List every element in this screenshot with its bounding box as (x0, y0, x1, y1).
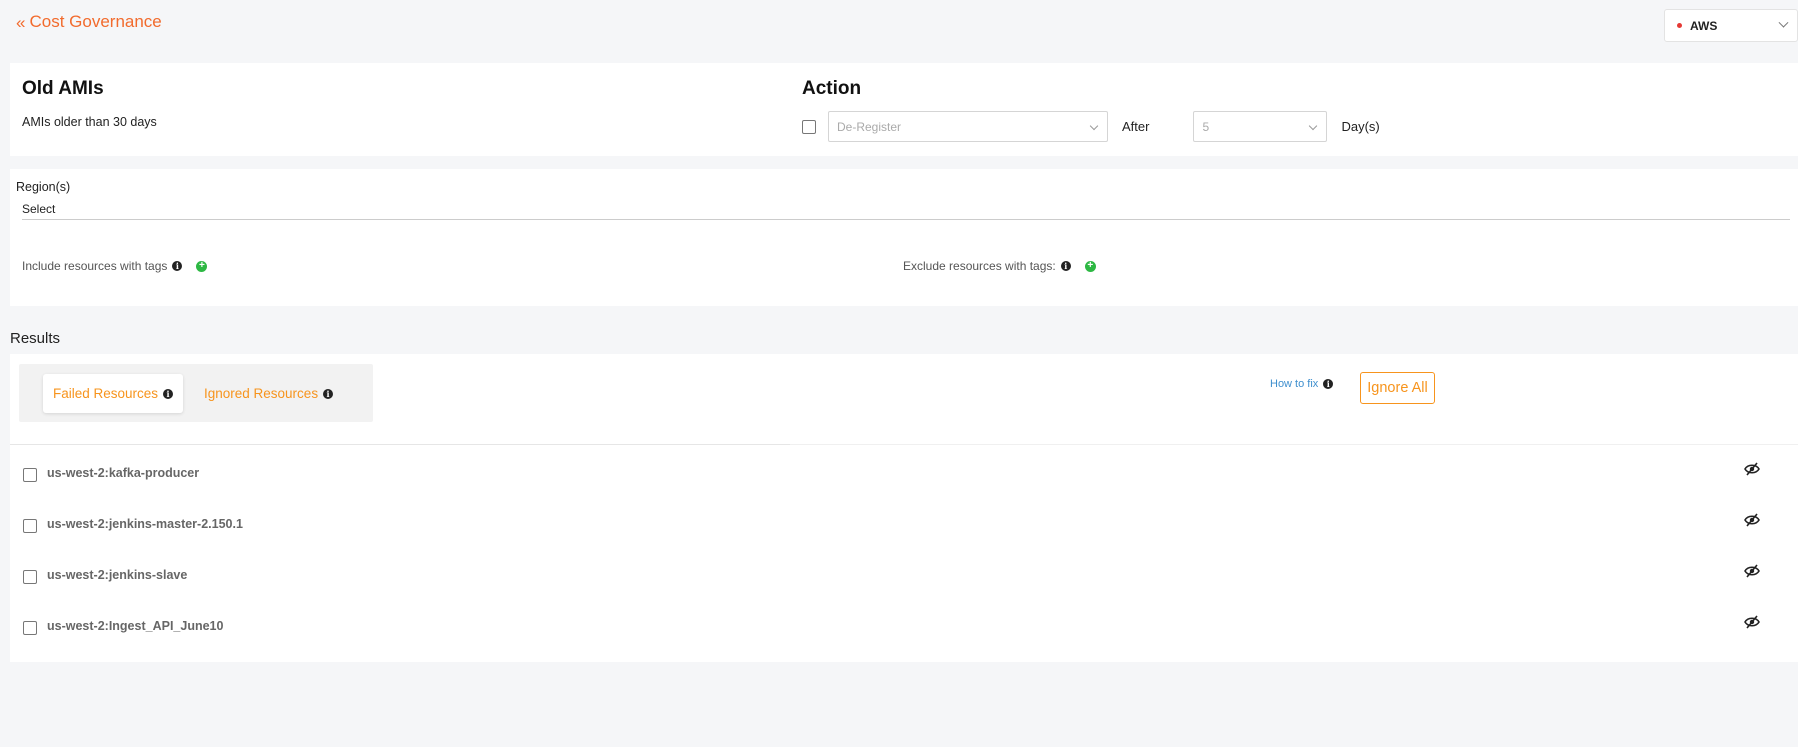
tab-ignored-resources[interactable]: Ignored Resources i (194, 374, 343, 413)
add-exclude-tag-icon[interactable]: + (1084, 260, 1096, 272)
how-to-fix-link[interactable]: How to fix i (1270, 378, 1334, 390)
info-icon[interactable]: i (172, 261, 183, 271)
info-icon: i (1323, 379, 1334, 389)
eye-slash-icon[interactable] (1744, 513, 1760, 527)
divider (10, 444, 790, 445)
filter-card: Region(s) Select Include resources with … (10, 169, 1798, 306)
results-title: Results (10, 330, 61, 347)
eye-slash-icon[interactable] (1744, 462, 1760, 476)
status-dot-icon (1677, 23, 1682, 28)
back-to-cost-governance[interactable]: « Cost Governance (16, 12, 162, 32)
cloud-provider-select[interactable]: AWS (1664, 9, 1798, 42)
exclude-tags-label: Exclude resources with tags: (903, 259, 1056, 273)
list-item: us-west-2:kafka-producer (10, 462, 1798, 513)
region-label: Region(s) (16, 180, 71, 194)
chevron-down-icon (1089, 121, 1099, 131)
add-include-tag-icon[interactable]: + (196, 260, 208, 272)
action-title: Action (802, 78, 862, 99)
chevron-down-icon (1778, 17, 1789, 28)
action-select-value: De-Register (837, 119, 902, 134)
info-icon: i (163, 388, 174, 399)
after-label: After (1122, 119, 1150, 134)
eye-slash-icon[interactable] (1744, 564, 1760, 578)
resource-checkbox[interactable] (23, 570, 37, 584)
policy-card: Old AMIs AMIs older than 30 days Action … (10, 63, 1798, 156)
list-item: us-west-2:Ingest_API_June10 (10, 615, 1798, 666)
days-select[interactable]: 5 (1193, 111, 1328, 142)
action-row: De-Register After 5 Day(s) (802, 111, 1380, 142)
resource-name: us-west-2:Ingest_API_June10 (47, 619, 224, 633)
info-icon[interactable]: i (1060, 261, 1071, 271)
region-select[interactable]: Select (22, 200, 1790, 220)
eye-slash-icon[interactable] (1744, 615, 1760, 629)
resource-name: us-west-2:jenkins-master-2.150.1 (47, 517, 243, 531)
action-enable-checkbox[interactable] (802, 119, 816, 134)
page-title: Cost Governance (29, 12, 162, 31)
list-item: us-west-2:jenkins-slave (10, 564, 1798, 615)
results-card: Failed Resources i Ignored Resources i H… (10, 354, 1798, 662)
ignore-all-button[interactable]: Ignore All (1360, 372, 1435, 404)
include-tags-label: Include resources with tags (22, 259, 168, 273)
results-tabs: Failed Resources i Ignored Resources i (19, 364, 373, 422)
resource-list: us-west-2:kafka-producer us-west-2:jenki… (10, 462, 1798, 666)
exclude-tags-row: Exclude resources with tags: i + (903, 259, 1096, 273)
resource-checkbox[interactable] (23, 519, 37, 533)
double-chevron-left-icon: « (16, 12, 26, 32)
days-label: Day(s) (1341, 119, 1380, 134)
tab-label: Ignored Resources (204, 386, 319, 401)
tab-failed-resources[interactable]: Failed Resources i (43, 374, 184, 413)
chevron-down-icon (1309, 121, 1318, 131)
tab-label: Failed Resources (53, 386, 159, 401)
divider (790, 444, 1798, 445)
resource-name: us-west-2:jenkins-slave (47, 568, 188, 582)
resource-checkbox[interactable] (23, 621, 37, 635)
info-icon: i (323, 388, 334, 399)
action-select[interactable]: De-Register (828, 111, 1108, 142)
policy-description: AMIs older than 30 days (22, 115, 157, 129)
how-to-fix-label: How to fix (1270, 378, 1319, 390)
include-tags-row: Include resources with tags i + (22, 259, 208, 273)
resource-name: us-west-2:kafka-producer (47, 466, 200, 480)
list-item: us-west-2:jenkins-master-2.150.1 (10, 513, 1798, 564)
cloud-provider-value: AWS (1690, 18, 1718, 33)
policy-title: Old AMIs (22, 78, 104, 99)
days-select-value: 5 (1202, 119, 1210, 134)
resource-checkbox[interactable] (23, 468, 37, 482)
